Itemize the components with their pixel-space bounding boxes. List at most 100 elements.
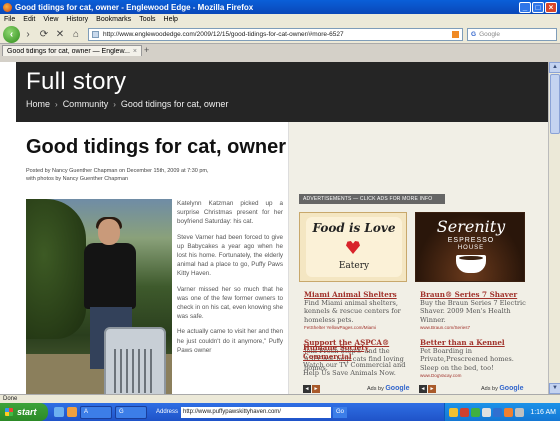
windows-logo-icon — [5, 408, 13, 416]
ad-serenity-espresso[interactable]: Serenity ESPRESSO HOUSE — [415, 212, 525, 282]
window-title: Good tidings for cat, owner - Englewood … — [15, 2, 254, 12]
taskbar-task-a[interactable]: A — [80, 405, 112, 419]
breadcrumb-separator-icon: › — [113, 99, 116, 109]
volume-icon[interactable] — [515, 407, 525, 417]
article-paragraph: Katelynn Katzman picked up a surprise Ch… — [177, 200, 283, 226]
ad-url-braun[interactable]: www.Braun.com/Series7 — [420, 325, 470, 330]
article-paragraph: Steve Varner had been forced to give up … — [177, 233, 283, 278]
menu-tools[interactable]: Tools — [139, 16, 155, 23]
rss-feed-icon[interactable] — [452, 30, 459, 38]
tray-icon[interactable] — [504, 407, 514, 417]
back-button[interactable]: ‹ — [3, 25, 20, 43]
page-header: Full story Home › Community › Good tidin… — [16, 62, 548, 122]
ad-serenity-espresso-word: ESPRESSO — [447, 237, 495, 244]
breadcrumb-separator-icon: › — [55, 99, 58, 109]
ad-serenity-title: Serenity — [436, 217, 506, 236]
ad-desc-braun: Buy the Braun Series 7 Electric Shaver. … — [420, 299, 526, 324]
tray-icon[interactable] — [493, 407, 503, 417]
status-bar: Done — [0, 394, 560, 403]
ad-next-icon[interactable]: ► — [428, 385, 436, 393]
tray-icon[interactable] — [471, 407, 481, 417]
tab-label[interactable]: Good tidings for cat, owner — Englew... — [7, 48, 130, 55]
quick-launch — [54, 407, 80, 417]
system-clock: 1:16 AM — [530, 408, 556, 416]
ad-nav-left: ◄ ► — [303, 385, 321, 393]
ad-prev-icon[interactable]: ◄ — [303, 385, 311, 393]
new-tab-button[interactable]: + — [144, 46, 156, 56]
article-paragraph: Varner missed her so much that he was on… — [177, 285, 283, 321]
system-tray: 1:16 AM — [444, 403, 560, 421]
address-label: Address — [156, 409, 179, 415]
ad-url-kennel[interactable]: www.DogVacay.com — [420, 373, 461, 378]
scroll-down-icon[interactable]: ▼ — [549, 383, 560, 394]
ie-icon[interactable] — [54, 407, 64, 417]
taskbar-address-input[interactable]: http://www.puffypawskittyhaven.com/ — [181, 406, 332, 418]
search-box[interactable]: G Google — [467, 27, 557, 41]
forward-button[interactable]: › — [20, 26, 36, 42]
pet-carrier — [104, 327, 166, 394]
firefox-taskbar-icon[interactable] — [67, 407, 77, 417]
taskbar-go-button[interactable]: Go — [333, 406, 348, 418]
breadcrumb-current: Good tidings for cat, owner — [120, 99, 229, 109]
ads-by-google-right[interactable]: Ads by Google — [481, 385, 523, 392]
byline-posted: Posted by Nancy Guenther Chapman on Dece… — [26, 168, 209, 174]
start-button[interactable]: start — [0, 403, 48, 421]
maximize-button[interactable]: □ — [532, 1, 544, 13]
menu-bookmarks[interactable]: Bookmarks — [96, 16, 131, 23]
minimize-button[interactable]: _ — [519, 1, 531, 13]
ad-header: ADVERTISEMENTS — CLICK ADS FOR MORE INFO — [299, 194, 445, 204]
home-button[interactable]: ⌂ — [68, 26, 84, 42]
ad-serenity-house-word: HOUSE — [457, 245, 485, 251]
tray-icon[interactable] — [460, 407, 470, 417]
ad-prev-icon[interactable]: ◄ — [419, 385, 427, 393]
ads-by-google-left[interactable]: Ads by Google — [367, 385, 409, 392]
site-identity-icon[interactable] — [92, 30, 99, 38]
stop-button[interactable]: ✕ — [52, 26, 68, 42]
ad-food-is-love-eatery: Eatery — [338, 261, 370, 271]
ad-link-braun[interactable]: Braun® Series 7 Shaver — [420, 290, 517, 299]
menu-bar: File Edit View History Bookmarks Tools H… — [0, 14, 560, 25]
reload-button[interactable]: ⟳ — [36, 26, 52, 42]
article-byline: Posted by Nancy Guenther Chapman on Dece… — [26, 167, 281, 183]
window-titlebar: Good tidings for cat, owner - Englewood … — [0, 0, 560, 14]
article-paragraph: He actually came to visit her and then h… — [177, 328, 283, 354]
article-title[interactable]: Good tidings for cat, owner — [26, 136, 286, 159]
ad-food-is-love[interactable]: Food is Love Eatery — [299, 212, 407, 282]
taskbar-task-g[interactable]: G — [115, 405, 147, 419]
section-title: Full story — [26, 68, 127, 95]
tab-active[interactable]: Good tidings for cat, owner — Englew... … — [2, 45, 142, 56]
byline-photos: with photos by Nancy Guenther Chapman — [26, 176, 129, 182]
ad-desc-humane-society: Watch our TV Commercial and Help Us Save… — [303, 361, 406, 378]
tray-icon[interactable] — [449, 407, 459, 417]
article-photo — [26, 199, 172, 394]
tab-close-icon[interactable]: × — [133, 48, 137, 55]
ad-link-kennel[interactable]: Better than a Kennel — [420, 338, 505, 347]
menu-file[interactable]: File — [4, 16, 15, 23]
scroll-up-icon[interactable]: ▲ — [549, 62, 560, 73]
page-content: Full story Home › Community › Good tidin… — [0, 62, 548, 394]
ad-link-humane-society[interactable]: Humane Society Commercial — [303, 343, 413, 361]
page-scrollbar[interactable]: ▲ ▼ — [548, 62, 560, 394]
ad-desc-miami-shelters: Find Miami animal shelters, kennels & re… — [304, 299, 401, 324]
google-search-icon[interactable]: G — [471, 31, 476, 38]
url-text[interactable]: http://www.englewoodedge.com/2009/12/15/… — [103, 31, 449, 38]
close-button[interactable]: × — [545, 1, 557, 13]
menu-help[interactable]: Help — [164, 16, 178, 23]
menu-view[interactable]: View — [43, 16, 58, 23]
ad-link-miami-shelters[interactable]: Miami Animal Shelters — [304, 290, 397, 299]
menu-history[interactable]: History — [66, 16, 88, 23]
tab-bar: Good tidings for cat, owner — Englew... … — [0, 44, 560, 56]
search-placeholder[interactable]: Google — [479, 31, 500, 38]
navigation-toolbar: ‹ › ⟳ ✕ ⌂ http://www.englewoodedge.com/2… — [0, 25, 560, 44]
breadcrumb-home[interactable]: Home — [26, 99, 50, 109]
scrollbar-thumb[interactable] — [550, 74, 560, 134]
breadcrumb: Home › Community › Good tidings for cat,… — [26, 99, 228, 109]
menu-edit[interactable]: Edit — [23, 16, 35, 23]
ad-next-icon[interactable]: ► — [312, 385, 320, 393]
article-body: Katelynn Katzman picked up a surprise Ch… — [177, 199, 283, 361]
breadcrumb-community[interactable]: Community — [63, 99, 109, 109]
ad-url-miami-shelters[interactable]: FetShelter YellowPages.com/Miami — [304, 325, 376, 330]
tray-icon[interactable] — [482, 407, 492, 417]
windows-taskbar: start A G Address http://www.puffypawski… — [0, 403, 560, 421]
url-bar[interactable]: http://www.englewoodedge.com/2009/12/15/… — [88, 27, 463, 41]
